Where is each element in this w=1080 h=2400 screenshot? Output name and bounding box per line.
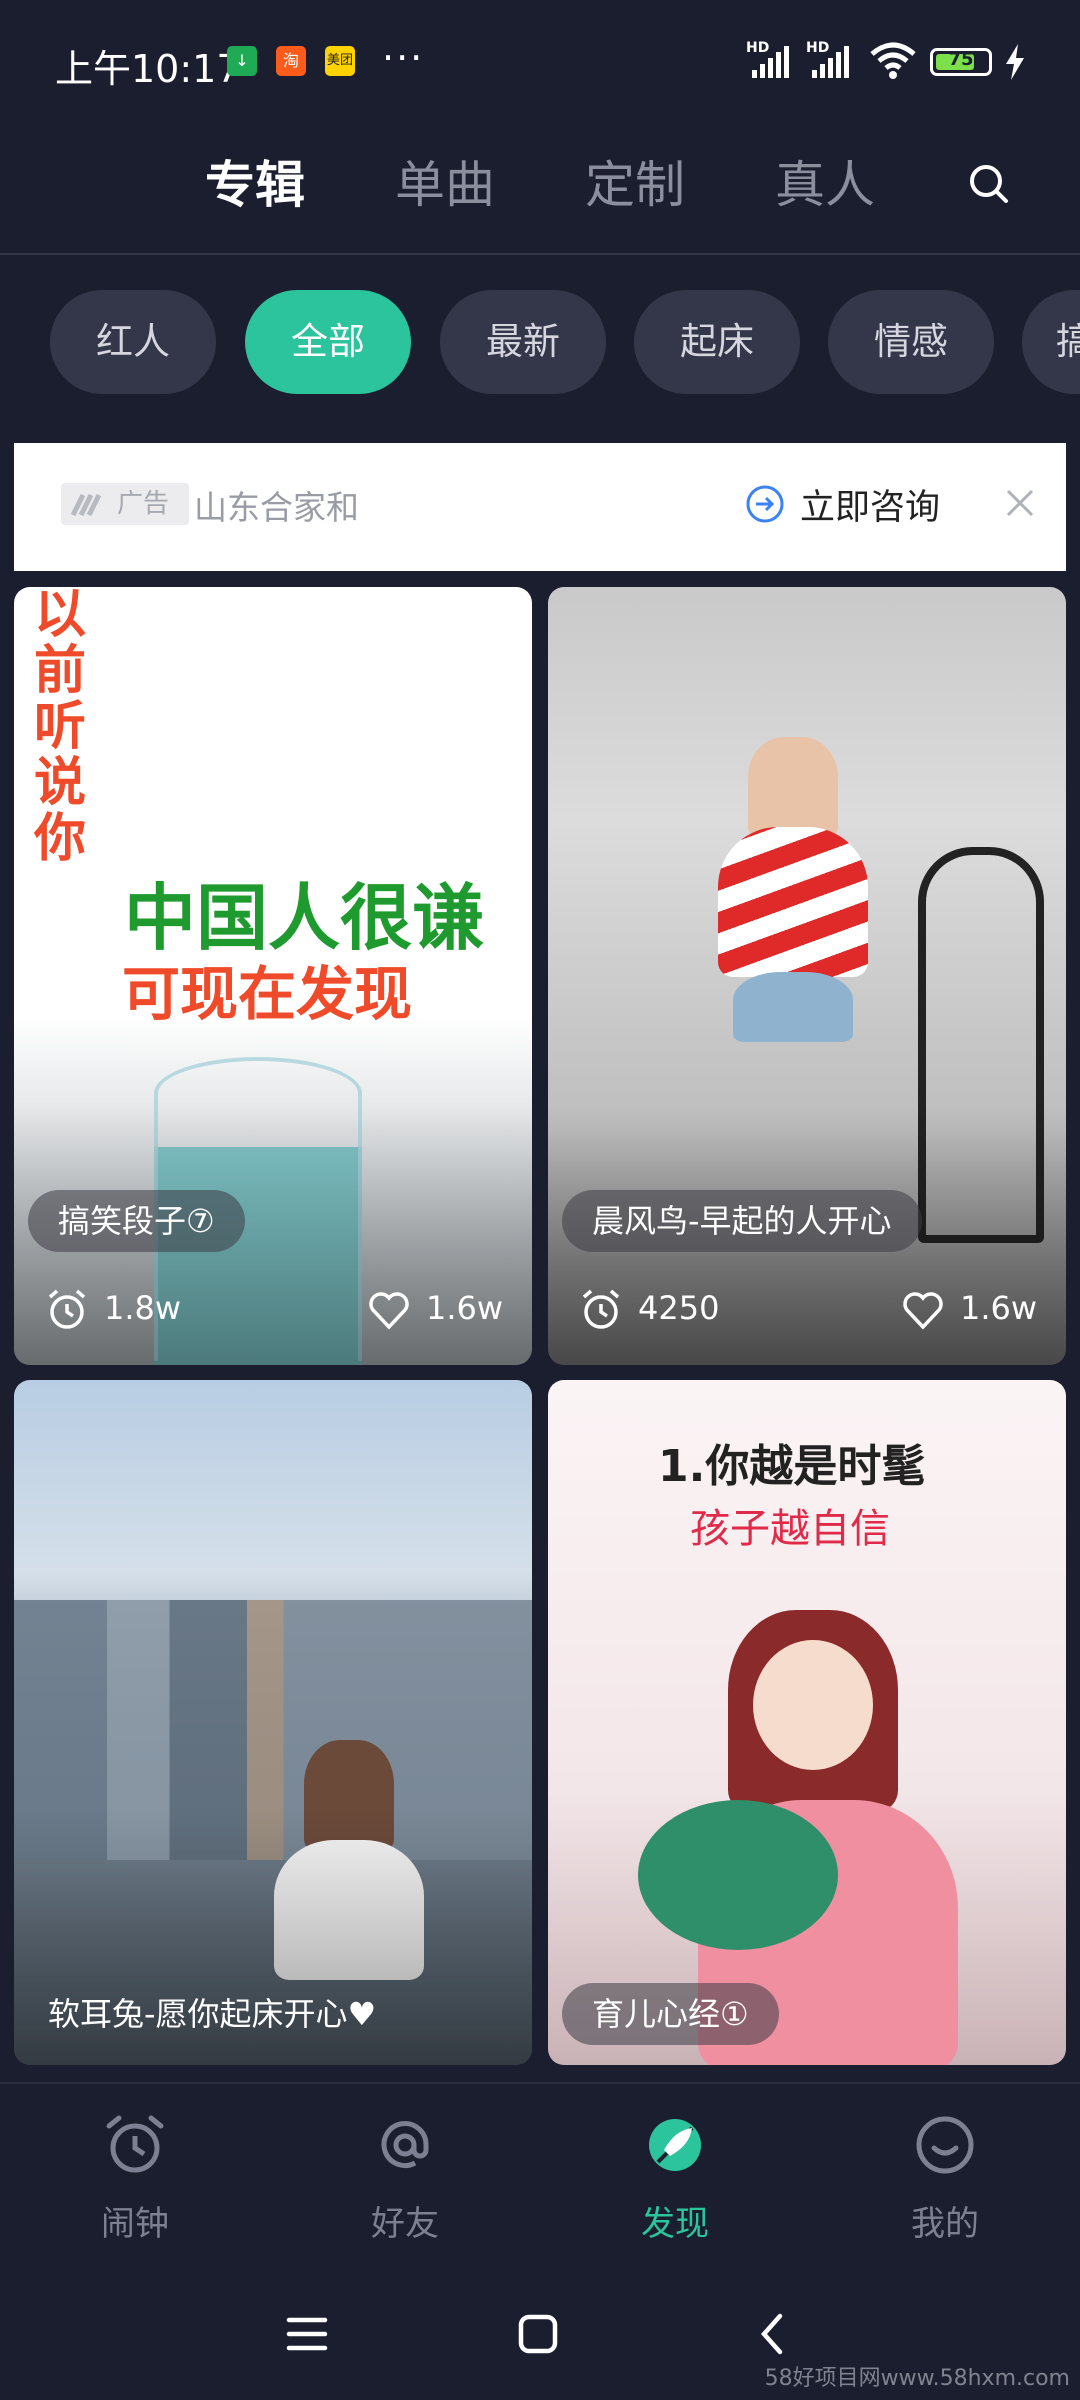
card-art-headline: 1.你越是时髦: [658, 1441, 926, 1492]
signal-icon: HD: [746, 40, 798, 80]
album-card[interactable]: 晨风鸟-早起的人开心 4250 1.6w: [548, 587, 1066, 1365]
card-art-vertical-text: 以前听说你: [34, 587, 87, 869]
alarm-icon: [48, 1289, 86, 1329]
nav-discover[interactable]: 发现: [605, 2110, 745, 2245]
status-time: 上午10:17: [55, 47, 241, 91]
ad-logo-icon: [71, 493, 102, 517]
watermark: 58好项目网www.58hxm.com: [764, 2366, 1070, 2391]
arrow-right-circle-icon: [746, 485, 784, 523]
tab-album[interactable]: 专辑: [205, 145, 305, 217]
card-plays: 4250: [578, 1287, 719, 1333]
card-title: 软耳兔-愿你起床开心♥: [48, 1995, 377, 2033]
chip-influencer[interactable]: 红人: [50, 290, 216, 394]
taobao-icon: 淘: [276, 46, 306, 76]
tab-custom[interactable]: 定制: [585, 145, 685, 217]
wifi-icon: [870, 42, 916, 79]
search-icon[interactable]: [960, 155, 1020, 215]
alarm-icon: [582, 1289, 620, 1329]
top-tabs: 专辑 单曲 定制 真人: [0, 125, 1080, 255]
card-art-subhead: 可现在发现: [122, 960, 413, 1028]
card-title: 搞笑段子⑦: [28, 1190, 245, 1252]
discover-icon: [649, 2119, 701, 2171]
close-icon[interactable]: [1000, 483, 1040, 523]
chip-all[interactable]: 全部: [245, 290, 411, 394]
at-icon: [381, 2121, 429, 2169]
card-likes: 1.6w: [366, 1287, 503, 1333]
ad-banner[interactable]: 广告 山东合家和 立即咨询: [14, 443, 1066, 571]
card-art-mother-face: [753, 1640, 873, 1770]
ad-advertiser: 山东合家和: [194, 488, 359, 527]
ad-badge: 广告: [61, 483, 189, 525]
bottom-nav: 闹钟 好友 发现 我的: [0, 2082, 1080, 2284]
chip-funny[interactable]: 搞: [1022, 290, 1080, 394]
tab-real-person[interactable]: 真人: [775, 145, 875, 217]
card-art-shirt: [718, 827, 868, 977]
album-card[interactable]: 以前听说你 中国人很谦 可现在发现 搞笑段子⑦ 1.8w 1.6w: [14, 587, 532, 1365]
download-icon: ↓: [227, 46, 257, 76]
card-art-shorts: [733, 972, 853, 1042]
heart-icon: [369, 1292, 409, 1330]
nav-alarm[interactable]: 闹钟: [65, 2110, 205, 2245]
chip-newest[interactable]: 最新: [440, 290, 606, 394]
album-card[interactable]: 软耳兔-愿你起床开心♥: [14, 1380, 532, 2065]
chip-wake-up[interactable]: 起床: [634, 290, 800, 394]
card-title: 育儿心经①: [562, 1983, 779, 2045]
card-art-baby: [638, 1800, 838, 1950]
meituan-icon: 美团: [325, 46, 355, 76]
menu-icon[interactable]: [285, 2312, 329, 2356]
signal-icon: HD: [806, 40, 858, 80]
charging-icon: [1006, 44, 1024, 80]
card-likes: 1.6w: [900, 1287, 1037, 1333]
nav-friends[interactable]: 好友: [335, 2110, 475, 2245]
heart-icon: [903, 1292, 943, 1330]
category-chips: 红人 全部 最新 起床 情感 搞: [0, 255, 1080, 435]
album-card[interactable]: 1.你越是时髦 孩子越自信 育儿心经①: [548, 1380, 1066, 2065]
card-title: 晨风鸟-早起的人开心: [562, 1190, 922, 1252]
battery-icon: 75: [930, 48, 992, 76]
card-plays: 1.8w: [44, 1287, 181, 1333]
more-notifications: ···: [382, 36, 425, 80]
smile-icon: [916, 2116, 974, 2174]
alarm-clock-icon: [106, 2115, 164, 2173]
system-nav-bar: 58好项目网www.58hxm.com: [0, 2282, 1080, 2400]
card-art-person: [748, 737, 838, 837]
status-bar: 上午10:17 ↓ 淘 美团 ··· HD HD 75: [0, 0, 1080, 125]
home-icon[interactable]: [516, 2312, 560, 2356]
tab-single[interactable]: 单曲: [395, 145, 495, 217]
ad-consult-button[interactable]: 立即咨询: [800, 479, 940, 530]
nav-mine[interactable]: 我的: [875, 2110, 1015, 2245]
chip-emotion[interactable]: 情感: [828, 290, 994, 394]
card-art-subhead: 孩子越自信: [690, 1506, 890, 1552]
back-icon[interactable]: [752, 2312, 796, 2356]
